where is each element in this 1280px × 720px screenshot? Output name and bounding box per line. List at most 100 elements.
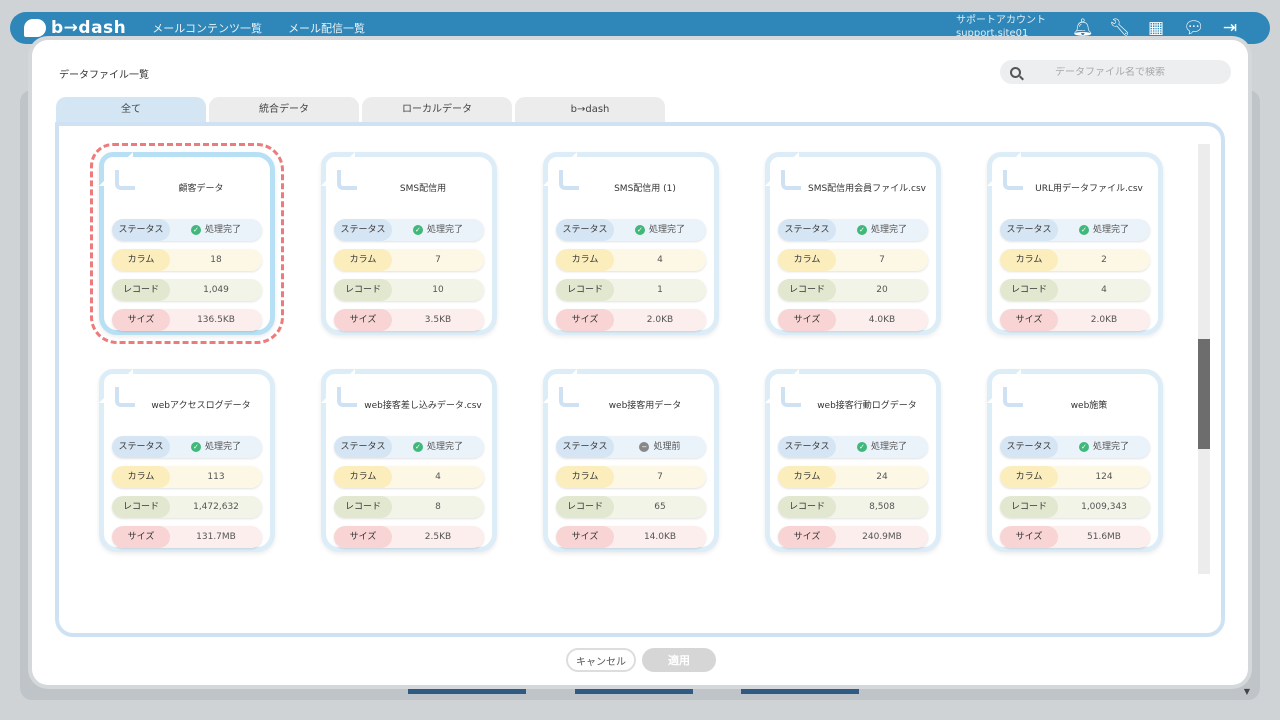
size-value: 240.9MB <box>862 532 902 542</box>
size-label: サイズ <box>334 526 392 548</box>
records-label: レコード <box>112 496 170 518</box>
size-label: サイズ <box>112 526 170 548</box>
size-row: サイズ 240.9MB <box>778 526 928 548</box>
file-name: SMS配信用 <box>399 184 447 194</box>
size-label: サイズ <box>778 526 836 548</box>
check-circle-icon: ✓ <box>190 225 201 235</box>
size-value: 2.0KB <box>646 315 674 325</box>
account-info[interactable]: サポートアカウント support.site01 <box>956 14 1046 40</box>
file-icon <box>559 170 579 190</box>
columns-row: カラム 4 <box>334 466 484 488</box>
records-value: 10 <box>432 285 444 295</box>
status-row: ステータス ✓ 処理完了 <box>778 219 928 241</box>
status-label: ステータス <box>778 436 836 458</box>
logo-icon <box>24 19 46 37</box>
columns-label: カラム <box>1000 466 1058 488</box>
file-card[interactable]: web接客行動ログデータ ステータス ✓ 処理完了 カラム 24 レコード 8,… <box>765 369 941 552</box>
logout-icon[interactable]: ⇥ <box>1220 18 1240 38</box>
records-row: レコード 8,508 <box>778 496 928 518</box>
tab-integrated-data[interactable]: 統合データ <box>209 97 359 122</box>
file-card[interactable]: SMS配信用 ステータス ✓ 処理完了 カラム 7 レコード 10 サイズ 3.… <box>321 152 497 335</box>
records-label: レコード <box>1000 279 1058 301</box>
wrench-icon[interactable]: 🔧︎ <box>1109 18 1131 38</box>
file-icon <box>337 170 357 190</box>
file-card[interactable]: URL用データファイル.csv ステータス ✓ 処理完了 カラム 2 レコード … <box>987 152 1163 335</box>
grid-icon[interactable]: ▦ <box>1146 18 1166 38</box>
file-name: web接客用データ <box>608 401 682 411</box>
status-row: ステータス ✓ 処理完了 <box>1000 219 1150 241</box>
columns-value: 4 <box>435 472 441 482</box>
bell-icon[interactable]: 🔔︎ <box>1072 18 1094 38</box>
records-value: 8,508 <box>869 502 895 512</box>
scrollbar-thumb[interactable] <box>1198 339 1210 449</box>
columns-value: 113 <box>207 472 225 482</box>
search-input[interactable] <box>1055 66 1225 78</box>
size-row: サイズ 3.5KB <box>334 309 484 331</box>
scroll-down-icon[interactable]: ▼ <box>1244 687 1250 696</box>
records-label: レコード <box>1000 496 1058 518</box>
columns-row: カラム 124 <box>1000 466 1150 488</box>
status-label: ステータス <box>112 436 170 458</box>
search-box[interactable] <box>1000 60 1231 84</box>
columns-row: カラム 2 <box>1000 249 1150 271</box>
file-name: web施策 <box>1070 401 1108 411</box>
tab-local-data[interactable]: ローカルデータ <box>362 97 512 122</box>
columns-label: カラム <box>556 466 614 488</box>
file-card[interactable]: webアクセスログデータ ステータス ✓ 処理完了 カラム 113 レコード 1… <box>99 369 275 552</box>
size-label: サイズ <box>334 309 392 331</box>
check-circle-icon: ✓ <box>634 225 645 235</box>
file-card[interactable]: SMS配信用 (1) ステータス ✓ 処理完了 カラム 4 レコード 1 サイズ… <box>543 152 719 335</box>
file-card[interactable]: web接客用データ ステータス − 処理前 カラム 7 レコード 65 サイズ … <box>543 369 719 552</box>
file-icon <box>781 387 801 407</box>
check-circle-icon: ✓ <box>1078 225 1089 235</box>
check-circle-icon: ✓ <box>412 442 423 452</box>
size-value: 2.0KB <box>1090 315 1118 325</box>
search-icon <box>1010 66 1021 78</box>
file-card[interactable]: 顧客データ ステータス ✓ 処理完了 カラム 18 レコード 1,049 サイズ… <box>90 143 284 344</box>
file-card[interactable]: web接客差し込みデータ.csv ステータス ✓ 処理完了 カラム 4 レコード… <box>321 369 497 552</box>
columns-value: 2 <box>1101 255 1107 265</box>
status-value: ✓ 処理完了 <box>1058 436 1150 458</box>
file-name: web接客差し込みデータ.csv <box>364 401 482 411</box>
scrollbar[interactable] <box>1198 144 1210 574</box>
status-label: ステータス <box>334 436 392 458</box>
check-circle-icon: ✓ <box>1078 442 1089 452</box>
size-row: サイズ 2.0KB <box>556 309 706 331</box>
tab-all[interactable]: 全て <box>56 97 206 122</box>
records-value: 65 <box>654 502 666 512</box>
minus-circle-icon: − <box>639 442 650 452</box>
size-value: 14.0KB <box>643 532 677 542</box>
cancel-button[interactable]: キャンセル <box>566 648 636 672</box>
tab-bdash[interactable]: b→dash <box>515 97 665 122</box>
file-card[interactable]: SMS配信用会員ファイル.csv ステータス ✓ 処理完了 カラム 7 レコード… <box>765 152 941 335</box>
file-icon <box>115 387 135 407</box>
columns-row: カラム 24 <box>778 466 928 488</box>
file-name: webアクセスログデータ <box>151 401 251 411</box>
file-icon <box>1003 387 1023 407</box>
logo[interactable]: b→dash <box>24 18 126 38</box>
status-label: ステータス <box>112 219 170 241</box>
status-value: ✓ 処理完了 <box>836 219 928 241</box>
chat-icon[interactable]: 💬︎ <box>1183 18 1205 38</box>
file-icon <box>559 387 579 407</box>
records-value: 8 <box>435 502 441 512</box>
nav-item-mail-contents[interactable]: メールコンテンツ一覧 <box>152 20 262 36</box>
columns-value: 24 <box>876 472 888 482</box>
status-row: ステータス − 処理前 <box>556 436 706 458</box>
size-value: 3.5KB <box>424 315 452 325</box>
file-name: 顧客データ <box>178 184 224 194</box>
size-row: サイズ 131.7MB <box>112 526 262 548</box>
file-card[interactable]: web施策 ステータス ✓ 処理完了 カラム 124 レコード 1,009,34… <box>987 369 1163 552</box>
size-value: 136.5KB <box>197 315 235 325</box>
columns-label: カラム <box>334 466 392 488</box>
size-value: 2.5KB <box>424 532 452 542</box>
records-label: レコード <box>556 496 614 518</box>
records-label: レコード <box>778 279 836 301</box>
size-row: サイズ 4.0KB <box>778 309 928 331</box>
apply-button[interactable]: 適用 <box>642 648 716 672</box>
records-value: 1,049 <box>203 285 229 295</box>
columns-value: 7 <box>879 255 885 265</box>
status-row: ステータス ✓ 処理完了 <box>1000 436 1150 458</box>
nav-item-mail-delivery[interactable]: メール配信一覧 <box>288 20 365 36</box>
status-label: ステータス <box>778 219 836 241</box>
